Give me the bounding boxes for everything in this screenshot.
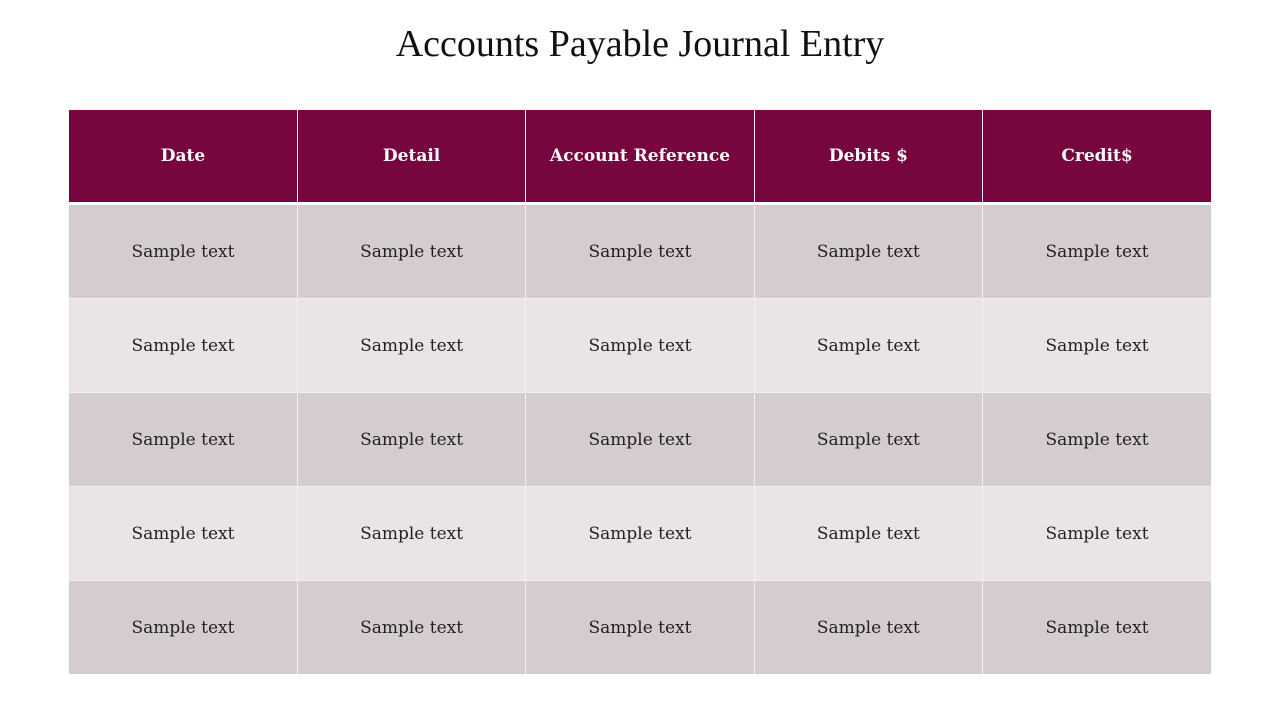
table-cell: Sample text (525, 298, 755, 393)
table-cell: Sample text (296, 298, 527, 393)
table-cell: Sample text (525, 392, 755, 487)
table-cell: Sample text (525, 203, 755, 299)
table-row: Sample text Sample text Sample text Samp… (69, 486, 1211, 581)
table-cell: Sample text (982, 392, 1211, 487)
table-cell: Sample text (982, 580, 1211, 674)
table-header-row: Date Detail Account Reference Debits $ C… (69, 110, 1211, 205)
column-header-detail: Detail (296, 110, 527, 205)
table-cell: Sample text (69, 203, 298, 299)
table-row: Sample text Sample text Sample text Samp… (69, 580, 1211, 674)
table-cell: Sample text (982, 486, 1211, 581)
table-row: Sample text Sample text Sample text Samp… (69, 298, 1211, 393)
journal-entry-table: Date Detail Account Reference Debits $ C… (69, 110, 1211, 674)
table-cell: Sample text (296, 203, 527, 299)
column-header-debits: Debits $ (753, 110, 984, 205)
table-cell: Sample text (525, 580, 755, 674)
table-cell: Sample text (69, 486, 298, 581)
table-cell: Sample text (753, 203, 984, 299)
table-row: Sample text Sample text Sample text Samp… (69, 203, 1211, 299)
column-header-date: Date (69, 110, 298, 205)
table-cell: Sample text (753, 580, 984, 674)
table-cell: Sample text (753, 392, 984, 487)
table-cell: Sample text (69, 580, 298, 674)
table-cell: Sample text (69, 392, 298, 487)
table-cell: Sample text (69, 298, 298, 393)
column-header-credit: Credit$ (982, 110, 1211, 205)
table-cell: Sample text (296, 486, 527, 581)
table-cell: Sample text (753, 298, 984, 393)
table-cell: Sample text (525, 486, 755, 581)
table-cell: Sample text (982, 298, 1211, 393)
column-header-account-reference: Account Reference (525, 110, 755, 205)
table-cell: Sample text (982, 203, 1211, 299)
table-row: Sample text Sample text Sample text Samp… (69, 392, 1211, 487)
table-cell: Sample text (296, 580, 527, 674)
page-title: Accounts Payable Journal Entry (395, 23, 885, 65)
table-cell: Sample text (753, 486, 984, 581)
table-cell: Sample text (296, 392, 527, 487)
